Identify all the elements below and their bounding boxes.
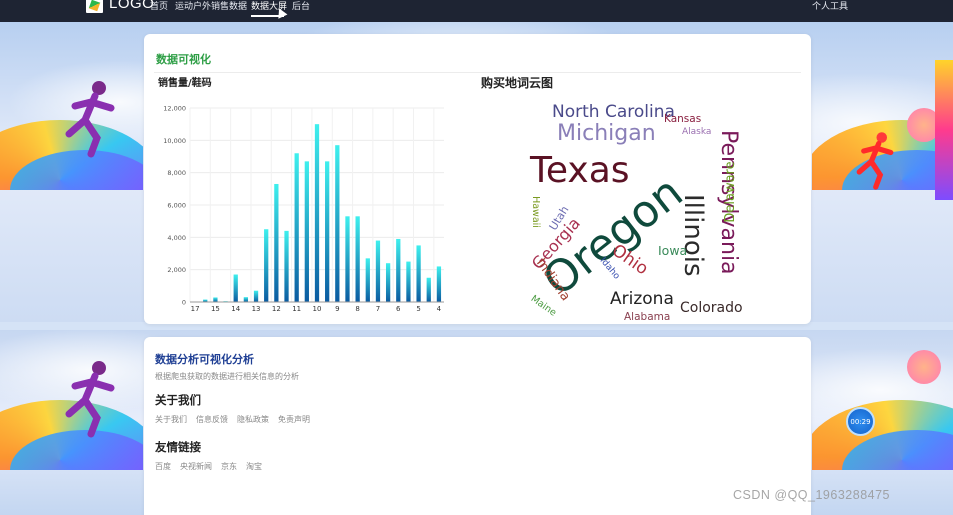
decor-strip-right	[935, 60, 953, 200]
runner-illustration-right-2	[812, 340, 953, 470]
sales-by-shoe-size-chart[interactable]: 0 2,000 4,000 6,000 8,000 10,000 12,000 17 15 14 1…	[152, 94, 452, 324]
link-baidu[interactable]: 百度	[155, 461, 171, 472]
bar-size-6.5	[385, 263, 391, 302]
bar-size-9.5	[325, 161, 330, 302]
x-tick-label: 12	[272, 305, 281, 313]
x-tick-label: 9	[335, 305, 339, 313]
link-disclaimer[interactable]: 免责声明	[278, 414, 310, 425]
divider	[154, 72, 801, 73]
bar-size-8	[355, 216, 360, 302]
bar-size-7.5	[365, 258, 370, 302]
y-tick-label: 8,000	[167, 169, 186, 177]
x-tick-label: 13	[252, 305, 261, 313]
bar-size-8.5	[345, 216, 350, 302]
bar-size-10.5	[304, 161, 309, 302]
recording-timer-badge[interactable]: 00:29	[846, 407, 875, 436]
bar-size-5.5	[406, 261, 411, 302]
link-about-us[interactable]: 关于我们	[155, 414, 187, 425]
word-alabama: Alabama	[624, 311, 670, 323]
runner-illustration-right	[812, 60, 953, 190]
y-tick-label: 6,000	[167, 202, 186, 210]
bar-size-9	[335, 145, 340, 302]
bar-size-15	[213, 297, 218, 302]
x-tick-label: 8	[355, 305, 359, 313]
panel-title: 数据可视化	[156, 53, 211, 66]
visualization-panel: 数据可视化 销售量/鞋码 购买地词云图 0 2,000 4,000 6,000 8,00…	[144, 34, 811, 324]
word-illinois: Illinois	[678, 194, 708, 277]
runner-illustration-left-2	[0, 340, 143, 470]
link-taobao[interactable]: 淘宝	[246, 461, 262, 472]
x-tick-label: 5	[416, 305, 420, 313]
word-north-carolina: North Carolina	[552, 102, 675, 122]
x-tick-label: 17	[191, 305, 200, 313]
word-kansas: Kansas	[664, 113, 701, 125]
word-colorado: Colorado	[680, 300, 743, 316]
nav-link-home[interactable]: 首页	[150, 0, 168, 12]
bar-size-6	[396, 238, 401, 302]
word-maine: Maine	[529, 293, 559, 318]
bar-size-7	[375, 240, 381, 302]
y-tick-label: 10,000	[163, 137, 186, 145]
nav-link-sales-data[interactable]: 运动户外销售数据	[175, 0, 247, 12]
x-tick-label: 4	[437, 305, 442, 313]
logo-text[interactable]: LOGO	[109, 0, 154, 12]
bar-size-5	[416, 245, 421, 302]
word-cloud-title: 购买地词云图	[481, 76, 554, 90]
y-tick-label: 4,000	[167, 234, 186, 242]
runner-illustration-left	[0, 60, 143, 190]
logo-icon[interactable]	[86, 0, 103, 13]
word-delaware: Delaware	[723, 161, 738, 222]
runner-icon	[65, 361, 115, 438]
runner-icon	[65, 81, 115, 158]
info-title: 数据分析可视化分析	[155, 353, 254, 366]
bar-size-12.5	[264, 229, 269, 302]
y-tick-label: 12,000	[163, 105, 186, 113]
word-hawaii: Hawaii	[530, 196, 541, 228]
nav-link-user-tools[interactable]: 个人工具	[812, 0, 848, 12]
word-alaska: Alaska	[682, 127, 711, 137]
x-tick-label: 10	[313, 305, 322, 313]
x-tick-label: 14	[231, 305, 240, 313]
friends-heading: 友情链接	[155, 440, 201, 454]
bar-size-4.5	[426, 277, 431, 302]
friend-links: 百度 央视新闻 京东 淘宝	[155, 461, 262, 472]
nav-link-admin[interactable]: 后台	[292, 0, 310, 12]
bar-size-11	[294, 153, 299, 302]
bar-size-13.5	[243, 297, 249, 302]
info-panel: 数据分析可视化分析 根据爬虫获取的数据进行相关信息的分析 关于我们 关于我们 信…	[144, 337, 811, 515]
bar-size-4	[436, 266, 442, 302]
x-tick-label: 11	[292, 305, 301, 313]
word-iowa: Iowa	[658, 243, 687, 258]
bar-size-10	[314, 124, 320, 303]
about-heading: 关于我们	[155, 393, 201, 407]
purchase-location-word-cloud[interactable]: OregonTexasMichiganNorth CarolinaPennsyl…	[522, 92, 762, 324]
bar-chart-title: 销售量/鞋码	[158, 78, 212, 89]
link-feedback[interactable]: 信息反馈	[196, 414, 228, 425]
word-texas: Texas	[529, 150, 630, 191]
runner-icon	[856, 132, 894, 190]
bar-size-12	[274, 183, 279, 302]
top-navbar: LOGO 首页 运动户外销售数据 数据大屏 后台 个人工具	[0, 0, 953, 22]
x-tick-label: 15	[211, 305, 220, 313]
link-privacy[interactable]: 隐私政策	[237, 414, 269, 425]
link-jd[interactable]: 京东	[221, 461, 237, 472]
bar-size-11.5	[284, 230, 289, 302]
x-tick-label: 7	[376, 305, 380, 313]
about-links: 关于我们 信息反馈 隐私政策 免责声明	[155, 414, 310, 425]
y-tick-label: 2,000	[167, 266, 186, 274]
bar-size-14	[233, 274, 238, 302]
info-subtitle: 根据爬虫获取的数据进行相关信息的分析	[155, 372, 299, 381]
word-michigan: Michigan	[557, 121, 656, 146]
link-cctv-news[interactable]: 央视新闻	[180, 461, 212, 472]
y-tick-label: 0	[182, 299, 186, 307]
bar-size-13	[253, 290, 259, 302]
watermark: CSDN @QQ_1963288475	[733, 488, 890, 502]
word-arizona: Arizona	[610, 289, 674, 309]
x-tick-label: 6	[396, 305, 401, 313]
